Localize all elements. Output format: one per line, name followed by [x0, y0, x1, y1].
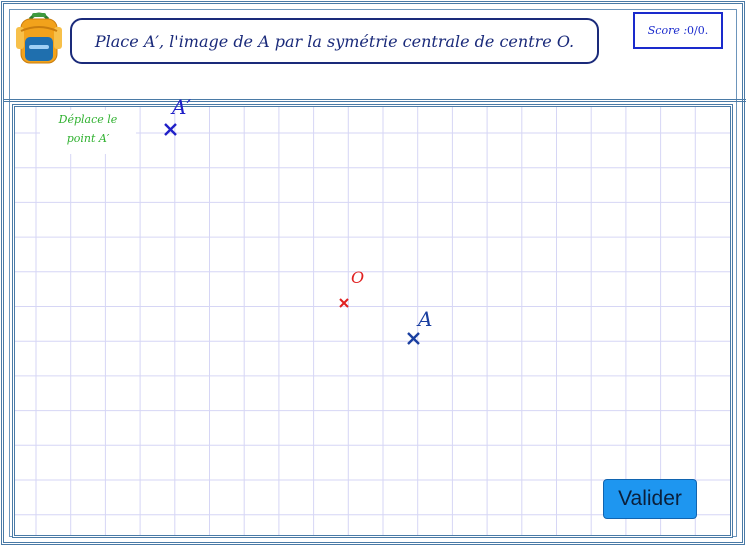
drawing-board[interactable]	[12, 104, 733, 538]
point-a-marker	[407, 332, 420, 345]
point-a-label: A	[418, 307, 433, 331]
point-o-marker	[339, 298, 349, 308]
drag-hint-label: Déplace le point A′	[40, 110, 136, 154]
backpack-icon	[16, 12, 62, 64]
score-label: Score :	[647, 24, 688, 37]
point-o-label: O	[351, 268, 365, 287]
score-box: Score : 0/0.	[633, 12, 723, 49]
instruction-box: Place A′, l'image de A par la symétrie c…	[70, 18, 599, 64]
point-a-prime-label: A′	[172, 95, 191, 119]
point-a-prime-marker[interactable]	[163, 122, 178, 137]
grid	[15, 107, 730, 535]
score-value: 0/0.	[687, 24, 709, 37]
header-divider	[4, 99, 746, 102]
instruction-text: Place A′, l'image de A par la symétrie c…	[94, 31, 575, 51]
validate-button[interactable]: Valider	[603, 479, 697, 519]
